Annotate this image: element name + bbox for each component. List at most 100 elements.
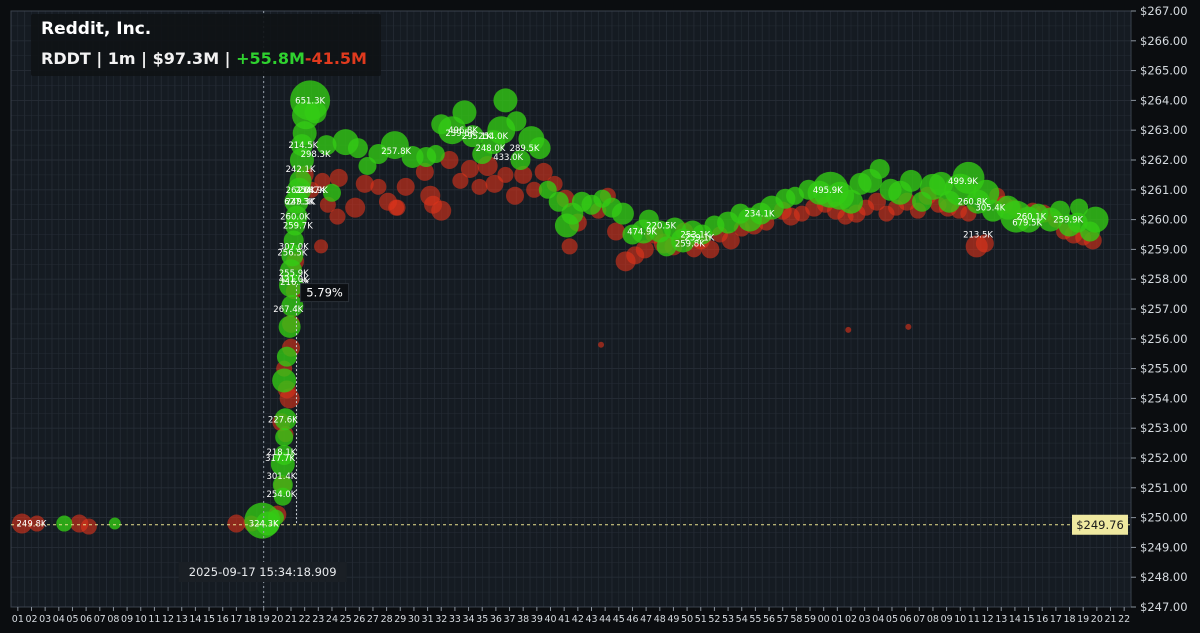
y-tick-label: $256.00	[1140, 332, 1188, 346]
sell-trade-bubble[interactable]	[460, 159, 479, 178]
x-tick-label: 48	[654, 614, 666, 625]
sell-trade-bubble[interactable]	[329, 208, 346, 225]
volume-label: 433.0K	[493, 153, 523, 163]
x-tick-label: 26	[353, 614, 365, 625]
buy-trade-bubble[interactable]	[611, 202, 634, 225]
y-tick-label: $261.00	[1140, 183, 1188, 197]
buy-trade-bubble[interactable]	[108, 517, 121, 530]
buy-trade-bubble[interactable]	[278, 315, 301, 338]
buy-trade-bubble[interactable]	[56, 515, 73, 532]
volume-label: 307.0K	[279, 242, 309, 252]
buy-trade-bubble[interactable]	[272, 368, 297, 393]
buy-trade-bubble[interactable]	[506, 111, 527, 132]
x-tick-label: 18	[1063, 614, 1075, 625]
x-tick-label: 19	[258, 614, 270, 625]
x-tick-label: 08	[927, 614, 939, 625]
sell-trade-bubble[interactable]	[506, 186, 524, 205]
volume-label: 259.7K	[283, 222, 313, 232]
company-name: Reddit, Inc.	[41, 19, 152, 39]
volume-label: 257.8K	[381, 147, 411, 157]
x-tick-label: 04	[872, 614, 884, 625]
sell-trade-bubble[interactable]	[227, 514, 246, 533]
x-tick-label: 01	[12, 614, 24, 625]
x-tick-label: 09	[941, 614, 953, 625]
volume-label: 242.1K	[286, 165, 316, 175]
y-tick-label: $257.00	[1140, 302, 1188, 316]
sell-trade-bubble[interactable]	[497, 166, 514, 183]
x-tick-label: 21	[1104, 614, 1116, 625]
y-tick-label: $252.00	[1140, 451, 1188, 465]
buy-trade-bubble[interactable]	[452, 100, 477, 125]
bubble-chart[interactable]: $247.00 $248.00 $249.00 $250.00 $251.00 $252.…	[0, 0, 1200, 633]
x-tick-label: 35	[476, 614, 488, 625]
crosshair-timestamp: 2025-09-17 15:34:18.909	[189, 565, 337, 579]
sell-trade-bubble[interactable]	[396, 177, 415, 196]
x-tick-label: 44	[599, 614, 611, 625]
x-tick-label: 11	[968, 614, 980, 625]
x-tick-label: 07	[913, 614, 925, 625]
x-tick-label: 40	[544, 614, 556, 625]
x-tick-label: 34	[463, 614, 475, 625]
x-tick-label: 10	[135, 614, 147, 625]
buy-trade-bubble[interactable]	[275, 428, 294, 447]
x-tick-label: 00	[818, 614, 830, 625]
x-tick-label: 12	[162, 614, 174, 625]
x-tick-label: 05	[66, 614, 78, 625]
x-tick-label: 13	[995, 614, 1007, 625]
x-tick-label: 54	[736, 614, 748, 625]
y-tick-label: $264.00	[1140, 93, 1188, 107]
x-tick-label: 13	[176, 614, 188, 625]
x-tick-label: 28	[381, 614, 393, 625]
volume-label: 267.4K	[273, 305, 303, 315]
buy-trade-bubble[interactable]	[900, 169, 923, 192]
x-tick-label: 57	[777, 614, 789, 625]
sell-trade-bubble[interactable]	[424, 195, 443, 214]
x-tick-label: 53	[722, 614, 734, 625]
x-tick-label: 07	[94, 614, 106, 625]
y-tick-label: $258.00	[1140, 272, 1188, 286]
sell-trade-bubble[interactable]	[314, 239, 329, 254]
x-tick-label: 09	[121, 614, 133, 625]
volume-label: 499.9K	[948, 177, 978, 187]
sell-trade-bubble[interactable]	[598, 341, 605, 348]
separator-1: |	[90, 49, 108, 68]
sell-trade-bubble[interactable]	[345, 197, 366, 218]
x-tick-label: 01	[831, 614, 843, 625]
buy-trade-bubble[interactable]	[426, 145, 445, 164]
x-tick-label: 08	[107, 614, 119, 625]
x-tick-label: 15	[1023, 614, 1035, 625]
sell-trade-bubble[interactable]	[905, 323, 912, 330]
x-tick-label: 20	[1091, 614, 1103, 625]
x-tick-label: 52	[708, 614, 720, 625]
buy-trade-bubble[interactable]	[493, 88, 518, 113]
change-percent-label: 5.79%	[306, 286, 343, 300]
y-tick-label: $249.00	[1140, 540, 1188, 554]
sell-trade-bubble[interactable]	[370, 178, 387, 195]
sell-trade-bubble[interactable]	[471, 178, 488, 195]
summary-line: RDDT | 1m | $97.3M | +55.8M-41.5M	[41, 49, 367, 68]
buy-trade-bubble[interactable]	[869, 158, 890, 179]
x-tick-label: 22	[299, 614, 311, 625]
x-tick-label: 17	[230, 614, 242, 625]
volume-label: 305.4K	[975, 204, 1005, 214]
x-tick-label: 14	[189, 614, 201, 625]
sell-trade-bubble[interactable]	[845, 326, 852, 333]
sell-trade-bubble[interactable]	[561, 238, 578, 255]
x-tick-label: 22	[1118, 614, 1130, 625]
x-tick-label: 03	[39, 614, 51, 625]
buy-trade-bubble[interactable]	[276, 346, 297, 367]
volume-label: 324.3K	[249, 520, 279, 530]
chart-canvas[interactable]: $247.00 $248.00 $249.00 $250.00 $251.00 $252.…	[0, 0, 1200, 633]
sell-trade-bubble[interactable]	[389, 199, 406, 216]
volume-label: 249.8K	[17, 520, 47, 530]
y-tick-label: $259.00	[1140, 242, 1188, 256]
sell-trade-bubble[interactable]	[80, 518, 97, 535]
x-tick-label: 04	[53, 614, 65, 625]
price-marker-label: $249.76	[1076, 518, 1124, 532]
x-tick-label: 05	[886, 614, 898, 625]
buy-trade-bubble[interactable]	[347, 138, 368, 159]
sell-trade-bubble[interactable]	[607, 222, 626, 241]
x-tick-label: 55	[749, 614, 761, 625]
buy-volume: +55.8M	[236, 49, 305, 68]
x-tick-label: 10	[954, 614, 966, 625]
